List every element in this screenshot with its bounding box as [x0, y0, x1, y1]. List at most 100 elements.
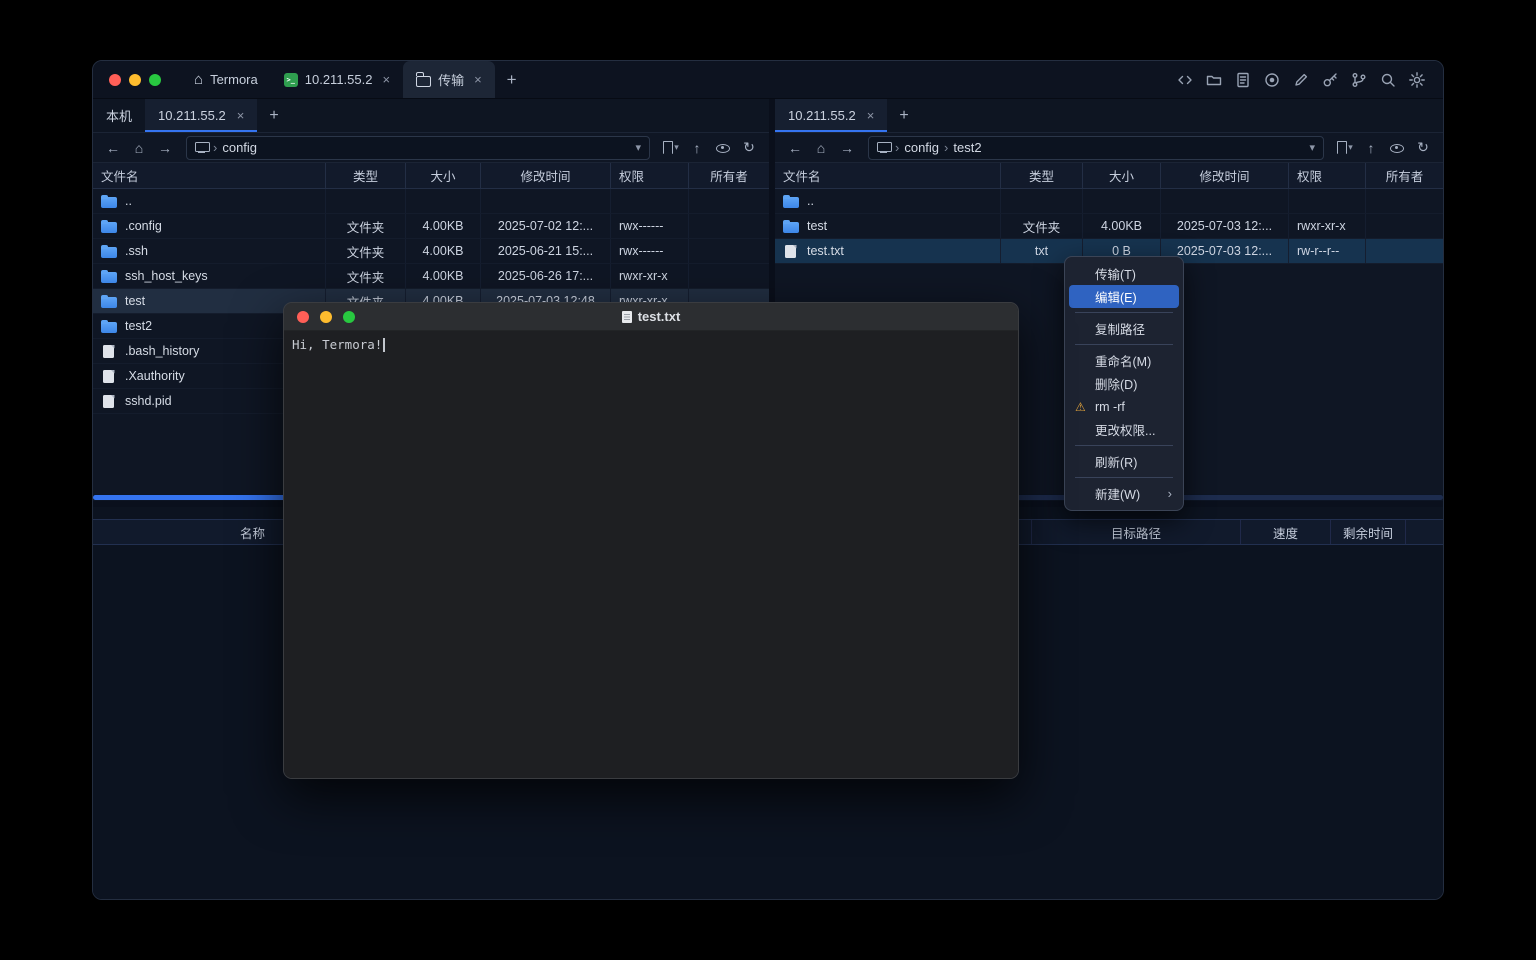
branch-icon[interactable]: [1349, 70, 1369, 90]
path-bar[interactable]: › config ▾: [186, 136, 650, 160]
context-menu-item[interactable]: ⚠ 复制路径 ›: [1069, 317, 1179, 340]
context-menu-item[interactable]: ⚠ 编辑(E) ›: [1069, 285, 1179, 308]
bookmark-button[interactable]: ▾: [1333, 137, 1357, 159]
new-tab-button[interactable]: +: [495, 61, 529, 98]
column-header-filename[interactable]: 文件名: [775, 163, 1001, 188]
close-icon[interactable]: ×: [237, 108, 245, 123]
folder-icon: [416, 76, 431, 87]
context-menu-item[interactable]: ⚠ 刷新(R) ›: [1069, 450, 1179, 473]
new-pane-tab-button[interactable]: +: [887, 99, 920, 132]
refresh-button[interactable]: ↻: [737, 137, 761, 159]
key-icon[interactable]: [1320, 70, 1340, 90]
context-menu-item[interactable]: ⚠ 更改权限... ›: [1069, 418, 1179, 441]
column-header-owner[interactable]: 所有者: [689, 163, 769, 188]
main-tab[interactable]: 10.211.55.2 ×: [271, 61, 403, 98]
column-header-remaining-time[interactable]: 剩余时间: [1331, 520, 1406, 544]
close-window-button[interactable]: [297, 311, 309, 323]
up-directory-button[interactable]: ↑: [1359, 137, 1383, 159]
context-menu-item[interactable]: ⚠ 新建(W) ›: [1069, 482, 1179, 505]
file-owner-cell: [689, 239, 769, 263]
close-icon[interactable]: ×: [867, 108, 875, 123]
show-hidden-button[interactable]: [711, 137, 735, 159]
minimize-window-button[interactable]: [320, 311, 332, 323]
pane-tab[interactable]: 本机 ×: [93, 99, 145, 132]
home-button[interactable]: ⌂: [127, 137, 151, 159]
close-icon[interactable]: ×: [382, 72, 390, 87]
show-hidden-button[interactable]: [1385, 137, 1409, 159]
pane-tab[interactable]: 10.211.55.2 ×: [145, 99, 257, 132]
file-name-cell: ssh_host_keys: [93, 264, 326, 288]
chevron-down-icon[interactable]: ▾: [635, 141, 641, 154]
breadcrumb-segment[interactable]: › config: [895, 140, 939, 155]
main-tab[interactable]: 传输 ×: [403, 61, 495, 98]
file-row[interactable]: .ssh 文件夹 4.00KB 2025-06-21 15:... rwx---…: [93, 239, 769, 264]
context-menu-item[interactable]: ⚠ ›: [1069, 308, 1179, 317]
close-icon[interactable]: ×: [474, 72, 482, 87]
column-header-destination[interactable]: 目标路径: [1032, 520, 1241, 544]
zoom-window-button[interactable]: [343, 311, 355, 323]
breadcrumb-segment[interactable]: › test2: [944, 140, 982, 155]
path-bar[interactable]: › config › test2 ▾: [868, 136, 1324, 160]
column-header-permissions[interactable]: 权限: [1289, 163, 1366, 188]
main-tab[interactable]: Termora ×: [181, 61, 271, 98]
editor-content[interactable]: Hi, Termora!: [284, 331, 1018, 778]
menu-item-label: 新建(W): [1095, 484, 1140, 503]
file-row[interactable]: test 文件夹 4.00KB 2025-07-03 12:... rwxr-x…: [775, 214, 1443, 239]
up-directory-button[interactable]: ↑: [685, 137, 709, 159]
column-header-modified[interactable]: 修改时间: [481, 163, 611, 188]
code-icon[interactable]: [1175, 70, 1195, 90]
column-header-size[interactable]: 大小: [406, 163, 481, 188]
file-owner-cell: [689, 214, 769, 238]
log-icon[interactable]: [1233, 70, 1253, 90]
breadcrumb-segment[interactable]: › config: [213, 140, 257, 155]
back-button[interactable]: ←: [101, 137, 125, 159]
context-menu-item[interactable]: ⚠ 传输(T) ›: [1069, 262, 1179, 285]
eye-icon: [1389, 140, 1405, 156]
context-menu-item[interactable]: ⚠ ›: [1069, 340, 1179, 349]
column-header-speed[interactable]: 速度: [1241, 520, 1331, 544]
path-separator: ›: [213, 140, 217, 155]
column-header-type[interactable]: 类型: [1001, 163, 1083, 188]
file-row[interactable]: ssh_host_keys 文件夹 4.00KB 2025-06-26 17:.…: [93, 264, 769, 289]
minimize-window-button[interactable]: [129, 74, 141, 86]
back-button[interactable]: ←: [783, 137, 807, 159]
record-icon[interactable]: [1262, 70, 1282, 90]
file-row[interactable]: ..: [775, 189, 1443, 214]
column-header-modified[interactable]: 修改时间: [1161, 163, 1289, 188]
refresh-button[interactable]: ↻: [1411, 137, 1435, 159]
close-window-button[interactable]: [109, 74, 121, 86]
folder-icon: [101, 295, 117, 308]
context-menu-item[interactable]: ⚠ ›: [1069, 441, 1179, 450]
terminal-icon: [284, 73, 298, 87]
context-menu-item[interactable]: ⚠ ›: [1069, 473, 1179, 482]
column-header-type[interactable]: 类型: [326, 163, 406, 188]
column-header-filename[interactable]: 文件名: [93, 163, 326, 188]
forward-button[interactable]: →: [835, 137, 859, 159]
forward-button[interactable]: →: [153, 137, 177, 159]
folder-icon: [783, 220, 799, 233]
edit-icon[interactable]: [1291, 70, 1311, 90]
warning-icon: ⚠: [1075, 400, 1086, 414]
file-owner-cell: [1366, 239, 1443, 263]
file-modified-cell: 2025-07-03 12:...: [1161, 214, 1289, 238]
column-header-permissions[interactable]: 权限: [611, 163, 689, 188]
new-pane-tab-button[interactable]: +: [257, 99, 290, 132]
zoom-window-button[interactable]: [149, 74, 161, 86]
home-button[interactable]: ⌂: [809, 137, 833, 159]
settings-icon[interactable]: [1407, 70, 1427, 90]
file-row[interactable]: .config 文件夹 4.00KB 2025-07-02 12:... rwx…: [93, 214, 769, 239]
column-header-owner[interactable]: 所有者: [1366, 163, 1443, 188]
editor-titlebar[interactable]: test.txt: [284, 303, 1018, 331]
context-menu-item[interactable]: ⚠ 重命名(M) ›: [1069, 349, 1179, 372]
context-menu-item[interactable]: ⚠ 删除(D) ›: [1069, 372, 1179, 395]
breadcrumb: › config: [213, 140, 257, 155]
column-header-size[interactable]: 大小: [1083, 163, 1161, 188]
context-menu-item[interactable]: ⚠ rm -rf ›: [1069, 395, 1179, 418]
pane-tab[interactable]: 10.211.55.2 ×: [775, 99, 887, 132]
bookmark-icon: [1337, 141, 1347, 154]
bookmark-button[interactable]: ▾: [659, 137, 683, 159]
folder-icon[interactable]: [1204, 70, 1224, 90]
search-icon[interactable]: [1378, 70, 1398, 90]
chevron-down-icon[interactable]: ▾: [1309, 141, 1315, 154]
file-row[interactable]: ..: [93, 189, 769, 214]
